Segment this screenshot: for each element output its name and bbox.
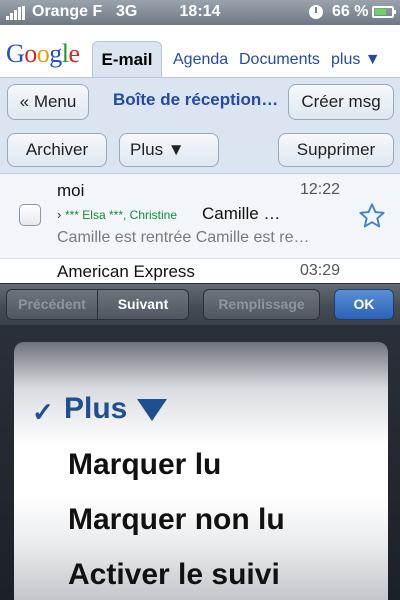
email-sender[interactable]: American Express [57,262,195,282]
picker-option-selected[interactable]: Plus [64,392,168,426]
autofill-button[interactable]: Remplissage [203,289,320,320]
checkmark-icon: ✓ [32,397,54,427]
status-bar: Orange F 3G 18:14 66 % [0,0,400,25]
recipients-text: *** Elsa ***, Christine [64,208,178,222]
inbox-title: Boîte de réception… [113,90,279,109]
email-subject: Camille … [202,204,281,223]
next-button[interactable]: Suivant [97,289,189,320]
email-sender: moi [57,181,85,200]
tab-email[interactable]: E-mail [92,41,162,77]
chevron-right-icon: › [57,207,65,222]
ok-button[interactable]: OK [334,289,394,320]
battery-percent: 66 % [332,3,369,20]
google-logo[interactable]: Google [6,39,80,69]
alarm-icon [309,5,323,19]
delete-button[interactable]: Supprimer [278,133,394,167]
menu-button[interactable]: « Menu [7,84,89,120]
email-time: 12:22 [300,181,341,198]
picker-option[interactable]: Marquer non lu [68,503,285,537]
picker-option[interactable]: Activer le suivi [68,558,280,592]
tab-documents[interactable]: Documents [239,51,320,69]
email-time: 03:29 [300,262,341,279]
triangle-down-icon [137,399,168,422]
email-recipients: › *** Elsa ***, Christine [57,207,177,222]
tab-more[interactable]: plus ▼ [331,51,381,69]
email-row[interactable]: moi 12:22 › *** Elsa ***, Christine Cami… [0,174,400,259]
tab-agenda[interactable]: Agenda [173,51,228,69]
more-actions-button[interactable]: Plus ▼ [119,133,219,167]
picker-option-label: Plus [64,392,128,425]
archive-button[interactable]: Archiver [7,133,107,167]
google-tab-bar: Google E-mail Agenda Documents plus ▼ [0,25,400,78]
compose-button[interactable]: Créer msg [288,84,394,120]
email-snippet: Camille est rentrée Camille est re… [57,229,310,246]
form-assistant-bar: Précédent Suivant Remplissage OK [0,283,400,326]
select-picker[interactable]: ✓ Plus Marquer lu Marquer non lu Activer… [14,342,388,600]
picker-option[interactable]: Marquer lu [68,448,221,482]
battery-icon [372,6,396,18]
email-list: moi 12:22 › *** Elsa ***, Christine Cami… [0,173,400,284]
email-select-checkbox[interactable] [19,204,41,226]
previous-button[interactable]: Précédent [6,289,98,320]
star-icon[interactable] [358,202,386,230]
